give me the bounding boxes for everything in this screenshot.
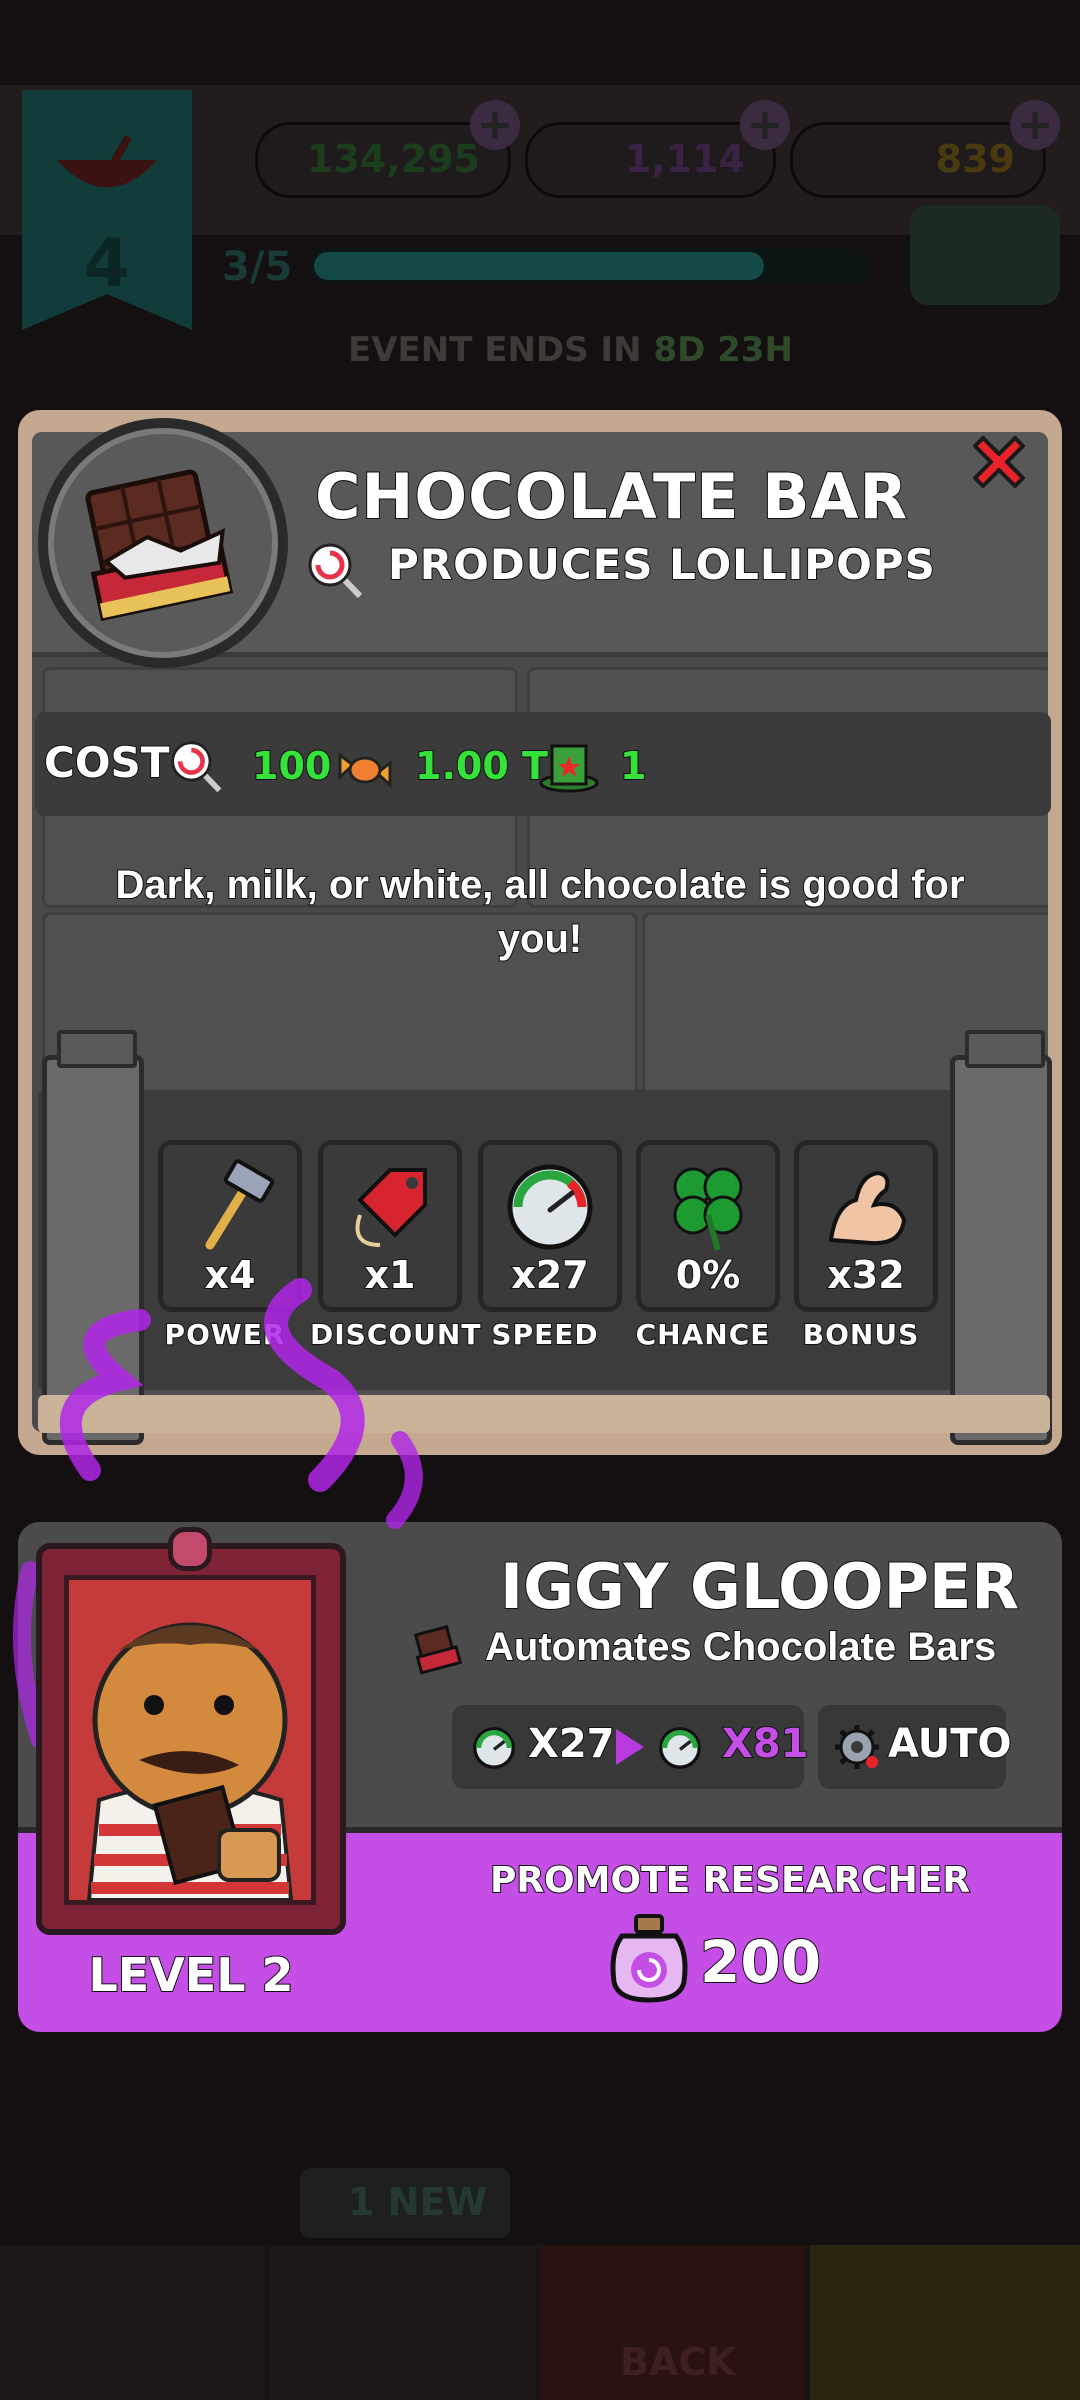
chocolate-bar-small-icon <box>413 1624 463 1675</box>
item-description: Dark, milk, or white, all chocolate is g… <box>114 862 965 962</box>
event-ends-label: EVENT ENDS IN 8D 23H <box>348 330 793 370</box>
auto-chip: AUTO <box>818 1705 1012 1789</box>
progress-text: 3/5 <box>222 244 293 290</box>
candy-cost-icon <box>338 751 392 789</box>
stat-chance[interactable]: 0% <box>636 1140 780 1312</box>
four-leaf-clover-icon <box>673 1167 743 1251</box>
progress-bar <box>310 248 870 284</box>
nav-cards-button[interactable] <box>270 2245 535 2400</box>
nav-chest-button[interactable] <box>810 2245 1080 2400</box>
chocolate-bar-icon-frame <box>38 418 288 668</box>
add-gold-plus-icon[interactable]: + <box>1010 100 1060 150</box>
flexed-arm-icon <box>828 1170 907 1246</box>
gold-counter[interactable]: 839 <box>790 122 1046 198</box>
level-banner: 4 <box>22 90 192 330</box>
researcher-name: IGGY GLOOPER <box>499 1549 1020 1624</box>
chocolate-bar-icon <box>85 469 234 622</box>
item-subtitle: PRODUCES LOLLIPOPS <box>387 539 936 590</box>
stat-label-speed: SPEED <box>490 1317 599 1352</box>
hammer-icon <box>205 1159 275 1250</box>
lollipop-cost-icon <box>171 741 222 793</box>
stat-label-bonus: BONUS <box>802 1317 920 1352</box>
bowl-icon <box>57 135 157 188</box>
cost-hats: 1 <box>619 743 647 789</box>
speed-upgrade-chip: X27 X81 <box>452 1705 810 1789</box>
cost-candy: 1.00 T <box>414 743 549 789</box>
speedometer-icon <box>507 1164 593 1250</box>
add-potions-plus-icon[interactable]: + <box>740 100 790 150</box>
promote-researcher-button[interactable] <box>360 1832 1060 2027</box>
stat-bonus[interactable]: x32 <box>794 1140 938 1312</box>
nav-flag-button[interactable] <box>0 2245 265 2400</box>
new-badge: 1 NEW <box>300 2168 510 2238</box>
auto-label: AUTO <box>887 1720 1012 1768</box>
cost-label: COST <box>43 737 170 788</box>
reward-chest-icon[interactable] <box>910 205 1060 305</box>
lollipop-icon <box>308 543 363 599</box>
arrow-right-icon <box>616 1729 644 1765</box>
nav-back-button[interactable]: BACK <box>540 2245 805 2400</box>
price-tag-icon <box>355 1168 427 1247</box>
stat-label-chance: CHANCE <box>635 1317 771 1352</box>
player-level: 4 <box>84 225 130 302</box>
stat-speed[interactable]: x27 <box>478 1140 622 1312</box>
potions-counter[interactable]: 1,114 <box>525 122 776 198</box>
researcher-avatar <box>69 1580 311 1900</box>
auto-gear-icon <box>835 1725 879 1769</box>
speedometer-small-icon <box>473 1727 515 1769</box>
cost-lollipops: 100 <box>251 743 332 789</box>
researcher-description: Automates Chocolate Bars <box>484 1624 997 1670</box>
researcher-portrait[interactable] <box>36 1527 346 1935</box>
speed-from: X27 <box>527 1720 616 1768</box>
speed-to: X81 <box>721 1720 810 1768</box>
close-icon[interactable] <box>965 428 1033 496</box>
add-hats-plus-icon[interactable]: + <box>470 100 520 150</box>
speedometer-small-icon-2 <box>659 1727 701 1769</box>
researcher-level: LEVEL 2 <box>87 1947 294 2003</box>
green-hat-cost-icon <box>539 744 599 793</box>
item-title: CHOCOLATE BAR <box>314 459 909 534</box>
